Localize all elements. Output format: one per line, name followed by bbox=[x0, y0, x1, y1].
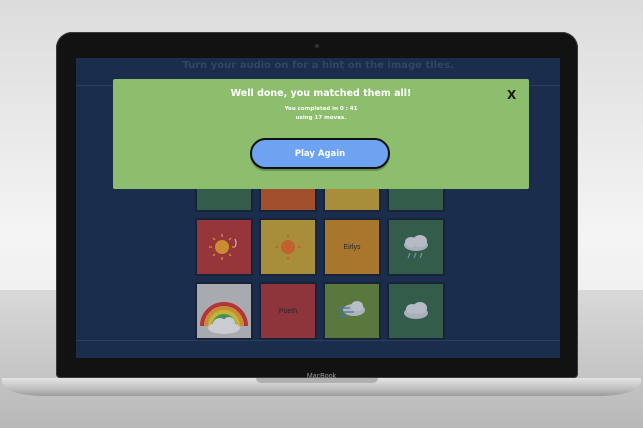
cloud-icon bbox=[404, 302, 428, 319]
sun-rain-icon bbox=[209, 234, 237, 260]
memory-tile-word[interactable]: Poeth bbox=[259, 282, 317, 340]
webcam-icon bbox=[315, 44, 319, 48]
rain-cloud-icon bbox=[404, 235, 428, 259]
move-count-text: using 17 moves. bbox=[295, 115, 347, 121]
sun-icon bbox=[275, 234, 301, 260]
rainbow-icon bbox=[200, 302, 248, 334]
laptop-brand-label: MacBook bbox=[306, 373, 337, 380]
memory-tile-sun[interactable] bbox=[259, 218, 317, 276]
memory-tile-sun-rain[interactable] bbox=[195, 218, 253, 276]
close-button[interactable]: X bbox=[507, 88, 516, 102]
tile-label: Poeth bbox=[278, 307, 298, 315]
memory-tile-rainbow[interactable] bbox=[195, 282, 253, 340]
divider bbox=[76, 340, 560, 341]
play-again-button[interactable]: Play Again bbox=[250, 138, 390, 169]
memory-tile-word[interactable]: Eirlys bbox=[323, 218, 381, 276]
dialog-title: Well done, you matched them all! bbox=[230, 88, 412, 99]
wind-cloud-icon bbox=[338, 301, 365, 317]
completion-time-text: You completed in 0 : 41 bbox=[284, 106, 358, 112]
memory-tile-rain-cloud[interactable] bbox=[387, 218, 445, 276]
audio-hint-text: Turn your audio on for a hint on the ima… bbox=[182, 60, 454, 71]
memory-tile-wind-cloud[interactable] bbox=[323, 282, 381, 340]
memory-tile-cloud[interactable] bbox=[387, 282, 445, 340]
tile-label: Eirlys bbox=[343, 243, 361, 251]
success-dialog: Well done, you matched them all! You com… bbox=[113, 79, 529, 189]
